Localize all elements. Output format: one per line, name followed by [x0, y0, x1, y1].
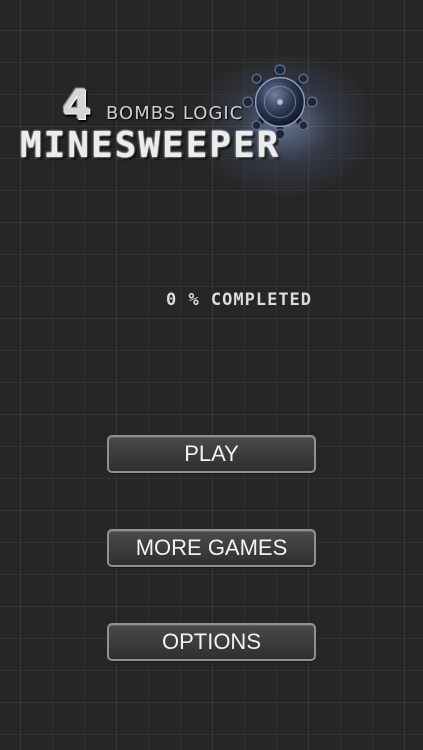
more-games-button[interactable]: MORE GAMES — [107, 529, 316, 567]
play-button[interactable]: PLAY — [107, 435, 316, 473]
logo-subtitle: BOMBS LOGIC — [106, 103, 244, 124]
completion-progress-text: 0 % COMPLETED — [165, 290, 313, 310]
options-button[interactable]: OPTIONS — [107, 623, 316, 661]
game-logo: 4 BOMBS LOGIC MINESWEEPER — [0, 50, 423, 200]
logo-number: 4 — [62, 80, 92, 129]
logo-title: MINESWEEPER — [20, 125, 281, 166]
